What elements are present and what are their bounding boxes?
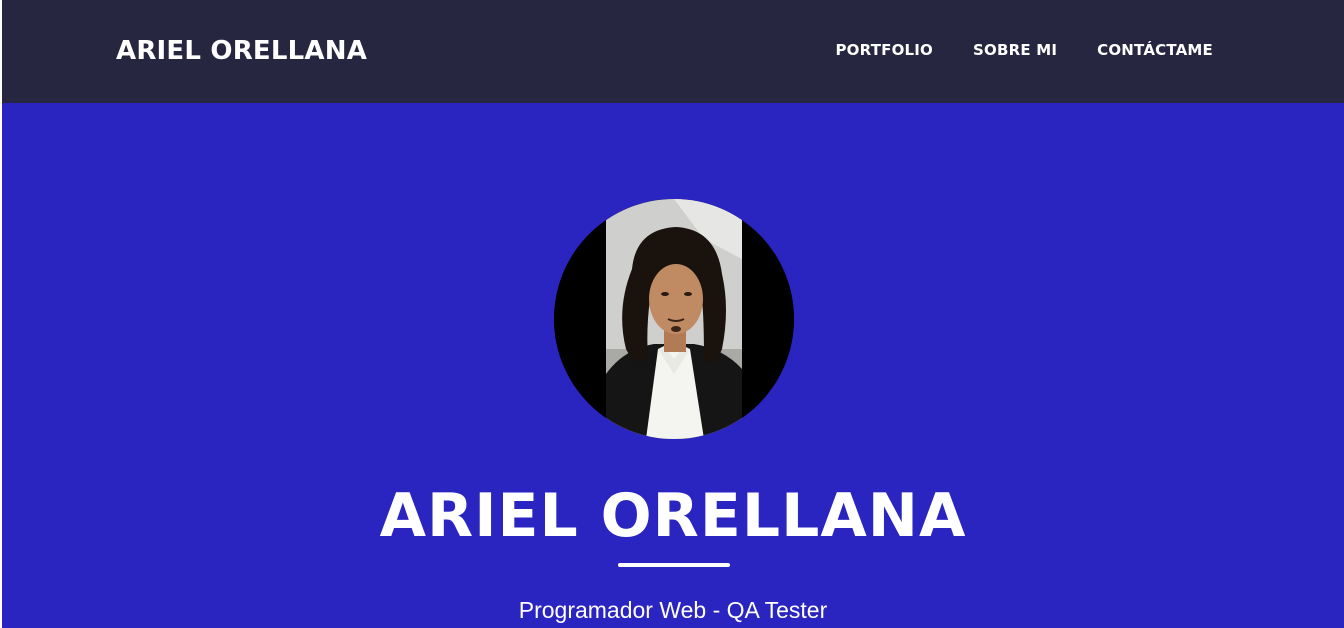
nav-link-contactame[interactable]: CONTÁCTAME	[1097, 40, 1213, 60]
portfolio-page: ARIEL ORELLANA PORTFOLIO SOBRE MI CONTÁC…	[0, 0, 1344, 628]
hero-subtitle: Programador Web - QA Tester	[518, 597, 828, 623]
nav-link-sobre-mi[interactable]: SOBRE MI	[973, 40, 1057, 60]
nav-link-portfolio[interactable]: PORTFOLIO	[835, 40, 933, 60]
title-divider	[618, 563, 730, 567]
hero-section: ARIEL ORELLANA Programador Web - QA Test…	[2, 103, 1344, 628]
top-navbar: ARIEL ORELLANA PORTFOLIO SOBRE MI CONTÁC…	[2, 0, 1344, 103]
nav-links: PORTFOLIO SOBRE MI CONTÁCTAME	[835, 40, 1213, 60]
profile-avatar	[554, 199, 794, 439]
profile-photo	[554, 199, 794, 439]
hero-title: ARIEL ORELLANA	[379, 481, 967, 551]
brand-link[interactable]: ARIEL ORELLANA	[116, 34, 367, 68]
